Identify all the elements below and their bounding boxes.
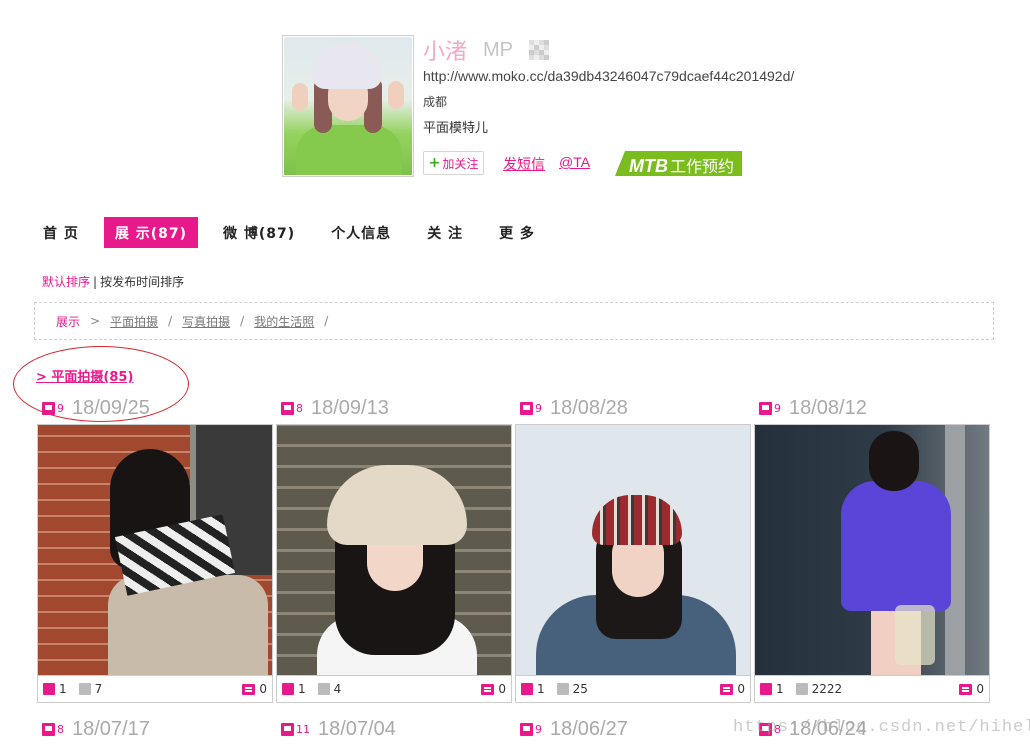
breadcrumb-portrait-shoot[interactable]: 写真拍摄 xyxy=(182,313,230,330)
user-name[interactable]: 小渚 xyxy=(423,34,467,66)
send-message-link[interactable]: 发短信 xyxy=(503,154,545,174)
album-date: 18/09/25 xyxy=(72,396,150,419)
like-icon[interactable] xyxy=(43,683,55,695)
breadcrumb-separator: > xyxy=(90,314,101,328)
view-icon xyxy=(78,683,91,695)
album-card[interactable]: 8 18/09/13 1 4 0 xyxy=(276,395,512,703)
album-icon xyxy=(42,401,55,415)
album-cover-photo[interactable] xyxy=(754,424,990,676)
breadcrumb-separator: / xyxy=(324,314,329,328)
album-date: 18/09/13 xyxy=(311,396,389,419)
profile-city: 成都 xyxy=(423,95,448,109)
profile-avatar[interactable] xyxy=(282,35,414,177)
sort-default[interactable]: 默认排序 xyxy=(42,275,90,289)
album-photo-count: 11 xyxy=(296,722,310,736)
like-count: 1 xyxy=(298,682,306,696)
album-date: 18/08/28 xyxy=(550,396,628,419)
album-card[interactable]: 8 18/07/17 xyxy=(37,716,273,742)
follow-button[interactable]: + 加关注 xyxy=(423,151,484,175)
comment-count: 0 xyxy=(737,682,745,696)
plus-icon: + xyxy=(428,155,441,171)
tab-more[interactable]: 更 多 xyxy=(488,217,546,248)
album-card[interactable]: 9 18/08/12 1 2222 0 xyxy=(754,395,990,703)
mp-badge: MP xyxy=(483,38,514,61)
album-stats: 1 2222 0 xyxy=(754,676,990,703)
album-icon xyxy=(520,722,533,736)
album-photo-count: 8 xyxy=(57,722,64,736)
view-icon xyxy=(317,683,330,695)
album-cover-photo[interactable] xyxy=(515,424,751,676)
comment-count: 0 xyxy=(976,682,984,696)
mtb-logo-text: MTB xyxy=(629,156,668,176)
view-count: 2222 xyxy=(811,682,843,696)
avatar-photo xyxy=(284,37,412,175)
like-count: 1 xyxy=(537,682,545,696)
qr-code-icon[interactable] xyxy=(529,40,550,60)
album-icon xyxy=(520,401,533,415)
album-date: 18/07/04 xyxy=(318,717,396,740)
album-stats: 1 25 0 xyxy=(515,676,751,703)
album-card[interactable]: 11 18/07/04 xyxy=(276,716,512,742)
sort-separator: | xyxy=(93,275,98,289)
like-count: 1 xyxy=(59,682,67,696)
view-icon xyxy=(795,683,808,695)
album-date: 18/08/12 xyxy=(789,396,867,419)
follow-label: 加关注 xyxy=(442,156,479,171)
tab-following[interactable]: 关 注 xyxy=(416,217,474,248)
tab-weibo[interactable]: 微 博(87) xyxy=(212,217,306,248)
comment-count: 0 xyxy=(259,682,267,696)
profile-url[interactable]: http://www.moko.cc/da39db43246047c79dcae… xyxy=(423,68,794,84)
album-date: 18/07/17 xyxy=(72,717,150,740)
profile-profession: 平面模特儿 xyxy=(423,121,489,136)
like-icon[interactable] xyxy=(521,683,533,695)
breadcrumb-flat-shoot[interactable]: 平面拍摄 xyxy=(110,313,158,330)
album-stats: 1 7 0 xyxy=(37,676,273,703)
at-user-link[interactable]: @TA xyxy=(559,154,590,170)
profile-nav: 首 页 展 示(87) 微 博(87) 个人信息 关 注 更 多 xyxy=(32,217,560,248)
album-photo-count: 9 xyxy=(535,401,542,415)
view-count: 7 xyxy=(94,682,103,696)
tab-personal-info[interactable]: 个人信息 xyxy=(320,217,402,248)
sort-bar: 默认排序 | 按发布时间排序 xyxy=(42,273,184,290)
like-count: 1 xyxy=(776,682,784,696)
album-icon xyxy=(759,401,772,415)
comment-icon[interactable] xyxy=(481,683,495,695)
comment-icon[interactable] xyxy=(720,683,734,695)
view-icon xyxy=(556,683,569,695)
album-stats: 1 4 0 xyxy=(276,676,512,703)
view-count: 4 xyxy=(333,682,342,696)
breadcrumb-separator: / xyxy=(168,314,173,328)
profile-name-row: 小渚 MP xyxy=(423,34,550,66)
comment-count: 0 xyxy=(498,682,506,696)
album-date: 18/06/27 xyxy=(550,717,628,740)
breadcrumb-showcase[interactable]: 展示 xyxy=(56,313,80,330)
album-card[interactable]: 9 18/09/25 1 7 0 xyxy=(37,395,273,703)
album-photo-count: 9 xyxy=(774,401,781,415)
tab-showcase[interactable]: 展 示(87) xyxy=(103,217,199,248)
album-card[interactable]: 9 18/06/27 xyxy=(515,716,751,742)
album-photo-count: 9 xyxy=(57,401,64,415)
breadcrumb-separator: / xyxy=(240,314,245,328)
watermark: https://blog.csdn.net/hihell xyxy=(733,718,1030,737)
album-icon xyxy=(281,401,294,415)
like-icon[interactable] xyxy=(282,683,294,695)
album-card[interactable]: 9 18/08/28 1 25 0 xyxy=(515,395,751,703)
album-photo-count: 8 xyxy=(296,401,303,415)
breadcrumb-life-photos[interactable]: 我的生活照 xyxy=(254,313,314,330)
album-cover-photo[interactable] xyxy=(276,424,512,676)
mtb-label: 工作预约 xyxy=(670,159,735,176)
album-icon xyxy=(42,722,55,736)
like-icon[interactable] xyxy=(760,683,772,695)
album-photo-count: 9 xyxy=(535,722,542,736)
comment-icon[interactable] xyxy=(959,683,973,695)
album-cover-photo[interactable] xyxy=(37,424,273,676)
breadcrumb: 展示 > 平面拍摄 / 写真拍摄 / 我的生活照 / xyxy=(34,302,994,340)
view-count: 25 xyxy=(572,682,588,696)
comment-icon[interactable] xyxy=(242,683,256,695)
tab-home[interactable]: 首 页 xyxy=(32,217,90,248)
album-icon xyxy=(281,722,294,736)
sort-by-time[interactable]: 按发布时间排序 xyxy=(100,275,184,289)
mtb-booking-button[interactable]: MTB 工作预约 xyxy=(615,151,742,176)
